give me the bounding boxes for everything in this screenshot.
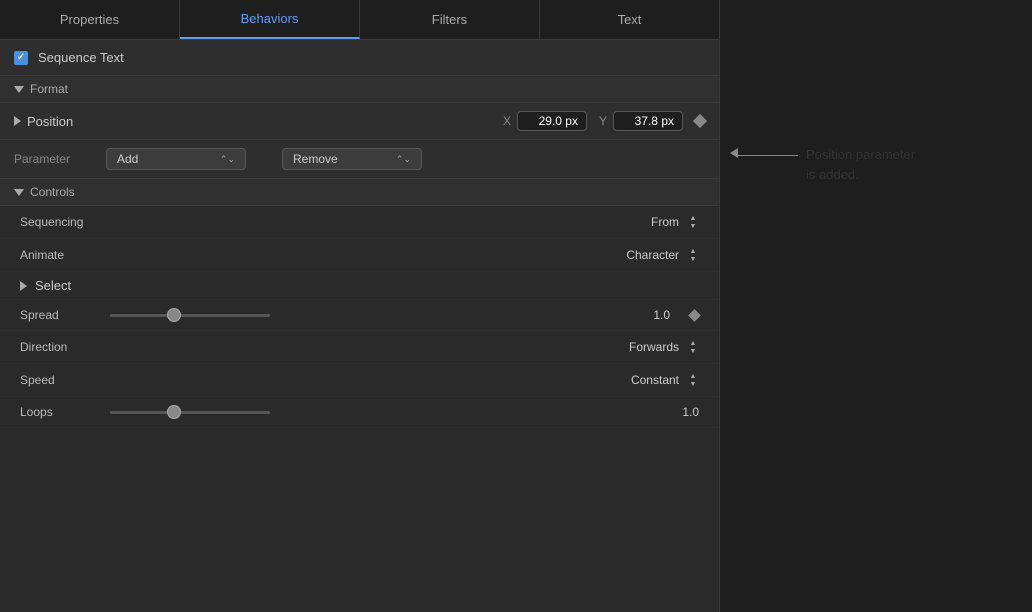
speed-value: Constant <box>631 373 679 387</box>
format-section-header[interactable]: Format <box>0 76 719 103</box>
position-label: Position <box>27 114 73 129</box>
speed-stepper[interactable]: ▲ ▼ <box>687 372 699 388</box>
animate-up[interactable]: ▲ <box>687 247 699 255</box>
tab-properties[interactable]: Properties <box>0 0 180 39</box>
loops-slider-track[interactable] <box>110 411 270 414</box>
sequencing-row: Sequencing From ▲ ▼ <box>0 206 719 239</box>
loops-slider-fill <box>110 411 174 414</box>
direction-value: Forwards <box>629 340 679 354</box>
loops-label: Loops <box>20 405 100 419</box>
animate-value-group: Character ▲ ▼ <box>626 247 699 263</box>
controls-section-header[interactable]: Controls <box>0 179 719 206</box>
add-dropdown-arrow: ⌃⌄ <box>220 154 235 165</box>
annotation-arrow-group <box>730 145 798 158</box>
annotation-line <box>738 155 798 156</box>
controls-label: Controls <box>30 185 75 199</box>
sequencing-down[interactable]: ▼ <box>687 222 699 230</box>
direction-stepper[interactable]: ▲ ▼ <box>687 339 699 355</box>
direction-down[interactable]: ▼ <box>687 347 699 355</box>
direction-up[interactable]: ▲ <box>687 339 699 347</box>
sequence-text-checkbox[interactable] <box>14 51 28 65</box>
tab-filters[interactable]: Filters <box>360 0 540 39</box>
loops-slider-thumb[interactable] <box>167 405 181 419</box>
spread-row: Spread 1.0 <box>0 300 719 331</box>
x-value-field[interactable]: 29.0 px <box>517 111 587 131</box>
position-expand-icon[interactable] <box>14 116 21 126</box>
loops-row: Loops 1.0 <box>0 397 719 428</box>
speed-down[interactable]: ▼ <box>687 380 699 388</box>
animate-value: Character <box>626 248 679 262</box>
x-label: X <box>503 114 511 128</box>
sequence-text-label: Sequence Text <box>38 50 124 65</box>
panel-content: Sequence Text Format Position X 29.0 px … <box>0 40 719 612</box>
tab-behaviors[interactable]: Behaviors <box>180 0 360 39</box>
speed-value-group: Constant ▲ ▼ <box>631 372 699 388</box>
position-coords: X 29.0 px Y 37.8 px <box>102 111 705 131</box>
add-dropdown[interactable]: Add ⌃⌄ <box>106 148 246 170</box>
annotation: Position parameter is added. <box>730 145 915 184</box>
spread-slider-track[interactable] <box>110 314 270 317</box>
parameter-label: Parameter <box>14 152 94 166</box>
animate-label: Animate <box>20 248 120 262</box>
annotation-text: Position parameter is added. <box>806 145 915 184</box>
select-expand-icon[interactable] <box>20 281 27 291</box>
spread-slider-thumb[interactable] <box>167 308 181 322</box>
speed-up[interactable]: ▲ <box>687 372 699 380</box>
y-value-field[interactable]: 37.8 px <box>613 111 683 131</box>
sequencing-label: Sequencing <box>20 215 120 229</box>
position-label-group: Position <box>14 114 94 129</box>
controls-collapse-icon <box>14 189 24 196</box>
sequencing-stepper[interactable]: ▲ ▼ <box>687 214 699 230</box>
spread-keyframe-diamond[interactable] <box>688 309 701 322</box>
select-label: Select <box>35 278 71 293</box>
remove-dropdown[interactable]: Remove ⌃⌄ <box>282 148 422 170</box>
parameter-row: Parameter Add ⌃⌄ Remove ⌃⌄ <box>0 140 719 179</box>
sequencing-up[interactable]: ▲ <box>687 214 699 222</box>
sequencing-value-group: From ▲ ▼ <box>651 214 699 230</box>
position-row: Position X 29.0 px Y 37.8 px <box>0 103 719 140</box>
tab-text[interactable]: Text <box>540 0 719 39</box>
direction-label: Direction <box>20 340 120 354</box>
direction-row: Direction Forwards ▲ ▼ <box>0 331 719 364</box>
spread-label: Spread <box>20 308 100 322</box>
sequencing-value: From <box>651 215 679 229</box>
position-keyframe-diamond[interactable] <box>693 114 707 128</box>
spread-slider-fill <box>110 314 174 317</box>
sequence-text-row: Sequence Text <box>0 40 719 76</box>
direction-value-group: Forwards ▲ ▼ <box>629 339 699 355</box>
animate-stepper[interactable]: ▲ ▼ <box>687 247 699 263</box>
animate-row: Animate Character ▲ ▼ <box>0 239 719 272</box>
annotation-arrowhead <box>730 148 738 158</box>
format-label: Format <box>30 82 68 96</box>
tab-bar: Properties Behaviors Filters Text <box>0 0 719 40</box>
loops-value: 1.0 <box>669 405 699 419</box>
select-row[interactable]: Select <box>0 272 719 300</box>
format-collapse-icon <box>14 86 24 93</box>
remove-dropdown-arrow: ⌃⌄ <box>396 154 411 165</box>
animate-down[interactable]: ▼ <box>687 255 699 263</box>
speed-row: Speed Constant ▲ ▼ <box>0 364 719 397</box>
spread-value: 1.0 <box>640 308 670 322</box>
speed-label: Speed <box>20 373 120 387</box>
y-label: Y <box>599 114 607 128</box>
